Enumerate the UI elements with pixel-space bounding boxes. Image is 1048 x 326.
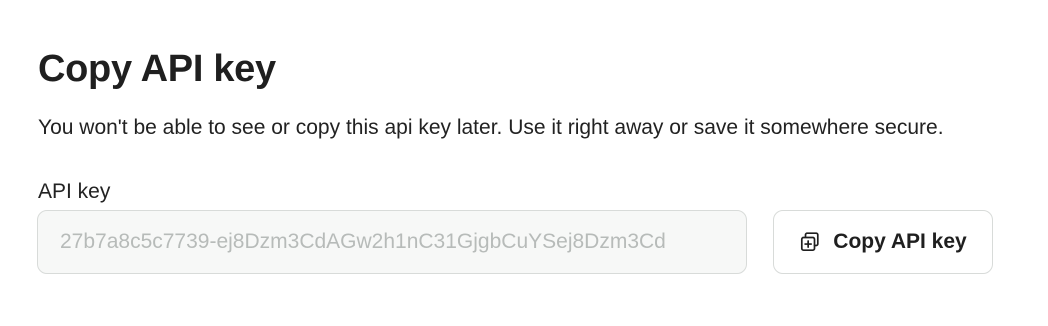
dialog-description: You won't be able to see or copy this ap… <box>38 116 944 139</box>
api-key-label: API key <box>38 180 111 203</box>
api-key-field[interactable] <box>37 210 747 274</box>
copy-icon <box>799 231 821 253</box>
copy-api-key-dialog: Copy API key You won't be able to see or… <box>0 0 1048 326</box>
copy-api-key-button[interactable]: Copy API key <box>773 210 993 274</box>
dialog-title: Copy API key <box>38 48 276 90</box>
copy-api-key-label: Copy API key <box>833 230 967 253</box>
